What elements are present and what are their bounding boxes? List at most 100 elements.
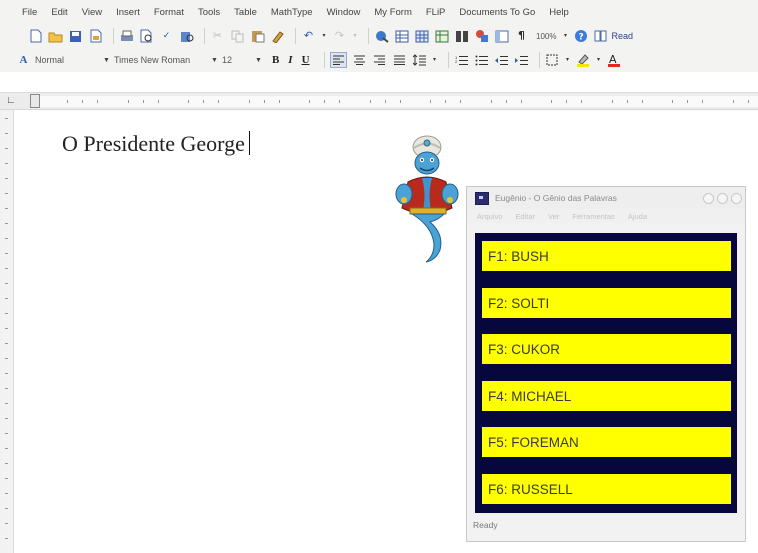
tables-borders-icon[interactable] bbox=[394, 29, 409, 43]
suggestion-f6-button[interactable]: F6: RUSSELL bbox=[482, 474, 731, 504]
style-dropdown[interactable]: Normal bbox=[35, 55, 95, 65]
format-painter-icon[interactable] bbox=[270, 29, 285, 43]
italic-button[interactable]: I bbox=[288, 54, 292, 66]
insert-table-icon[interactable] bbox=[414, 29, 429, 43]
print-icon[interactable] bbox=[119, 29, 134, 43]
decrease-indent-icon[interactable] bbox=[494, 53, 509, 67]
new-document-icon[interactable] bbox=[28, 29, 43, 43]
suggestion-f5-button[interactable]: F5: FOREMAN bbox=[482, 427, 731, 457]
menu-window[interactable]: Window bbox=[327, 7, 361, 18]
suggestion-f1-button[interactable]: F1: BUSH bbox=[482, 241, 731, 271]
font-size-dropdown[interactable]: ▼ 12 bbox=[211, 55, 247, 65]
underline-button[interactable]: U bbox=[302, 54, 310, 66]
ruler-tick bbox=[218, 100, 220, 103]
zoom-box[interactable]: 100% bbox=[536, 32, 556, 41]
menu-format[interactable]: Format bbox=[154, 7, 184, 18]
window-title: Eugênio - O Gênio das Palavras bbox=[495, 193, 617, 203]
increase-indent-icon[interactable] bbox=[514, 53, 529, 67]
borders-dropdown-icon[interactable]: ▾ bbox=[565, 53, 571, 67]
numbering-icon[interactable]: 12 bbox=[454, 53, 469, 67]
read-mode-icon[interactable] bbox=[593, 29, 608, 43]
menu-table[interactable]: Table bbox=[234, 7, 257, 18]
borders-icon[interactable] bbox=[545, 53, 560, 67]
align-left-icon[interactable] bbox=[329, 52, 347, 68]
font-color-icon[interactable]: A bbox=[607, 53, 622, 67]
read-button[interactable]: Read bbox=[611, 31, 633, 41]
close-icon[interactable] bbox=[731, 192, 742, 204]
suggestion-f2-button[interactable]: F2: SOLTI bbox=[482, 288, 731, 318]
help-icon[interactable]: ? bbox=[573, 29, 588, 43]
genie-mascot-icon[interactable] bbox=[394, 132, 470, 268]
save-icon[interactable] bbox=[68, 29, 83, 43]
vertical-ruler[interactable] bbox=[0, 110, 14, 553]
minimize-icon[interactable] bbox=[703, 192, 714, 204]
eugenio-window: Eugênio - O Gênio das Palavras Arquivo E… bbox=[466, 186, 746, 542]
align-right-icon[interactable] bbox=[372, 53, 387, 67]
tab-selector-icon[interactable]: ∟ bbox=[6, 95, 16, 106]
menu-edit[interactable]: Edit bbox=[51, 7, 67, 18]
horizontal-ruler[interactable]: ∟ bbox=[0, 92, 758, 110]
align-center-icon[interactable] bbox=[352, 53, 367, 67]
redo-dropdown-icon[interactable]: ▾ bbox=[352, 29, 358, 43]
undo-dropdown-icon[interactable]: ▾ bbox=[321, 29, 327, 43]
maximize-icon[interactable] bbox=[717, 192, 728, 204]
menu-tools[interactable]: Tools bbox=[198, 7, 220, 18]
menu-mathtype[interactable]: MathType bbox=[271, 7, 313, 18]
undo-icon[interactable]: ↶ bbox=[301, 29, 316, 43]
vruler-tick bbox=[5, 343, 8, 344]
suggestion-f3-button[interactable]: F3: CUKOR bbox=[482, 334, 731, 364]
menu-insert[interactable]: Insert bbox=[116, 7, 140, 18]
bold-button[interactable]: B bbox=[272, 54, 279, 66]
columns-icon[interactable] bbox=[454, 29, 469, 43]
window-menu-arquivo[interactable]: Arquivo bbox=[477, 212, 502, 221]
window-menu-editar[interactable]: Editar bbox=[515, 212, 535, 221]
redo-icon[interactable]: ↷ bbox=[332, 29, 347, 43]
justify-icon[interactable] bbox=[392, 53, 407, 67]
menu-help[interactable]: Help bbox=[549, 7, 569, 18]
window-menu-ajuda[interactable]: Ajuda bbox=[628, 212, 647, 221]
vruler-tick bbox=[5, 433, 8, 434]
cut-icon[interactable]: ✂ bbox=[210, 29, 225, 43]
vruler-tick bbox=[5, 328, 8, 329]
drawing-icon[interactable] bbox=[474, 29, 489, 43]
highlight-dropdown-icon[interactable]: ▾ bbox=[596, 53, 602, 67]
paste-icon[interactable] bbox=[250, 29, 265, 43]
dropdown-arrow-icon: ▼ bbox=[211, 56, 218, 64]
vruler-tick bbox=[5, 223, 8, 224]
print-preview-icon[interactable] bbox=[139, 29, 154, 43]
dropdown-arrow-icon: ▼ bbox=[255, 56, 262, 64]
toolbar-separator bbox=[295, 28, 296, 44]
permission-icon[interactable] bbox=[88, 29, 103, 43]
suggestion-f4-button[interactable]: F4: MICHAEL bbox=[482, 381, 731, 411]
spelling-icon[interactable]: ✓ bbox=[159, 29, 174, 43]
zoom-dropdown-icon[interactable]: ▾ bbox=[562, 29, 568, 43]
menu-documents-to-go[interactable]: Documents To Go bbox=[459, 7, 535, 18]
toolbar-separator bbox=[113, 28, 114, 44]
research-icon[interactable] bbox=[179, 29, 194, 43]
window-menu-ferramentas[interactable]: Ferramentas bbox=[572, 212, 615, 221]
vruler-tick bbox=[5, 388, 8, 389]
window-titlebar[interactable]: Eugênio - O Gênio das Palavras bbox=[467, 187, 745, 209]
menu-my-form[interactable]: My Form bbox=[374, 7, 411, 18]
hyperlink-icon[interactable] bbox=[374, 29, 389, 43]
menu-file[interactable]: File bbox=[22, 7, 37, 18]
bullets-icon[interactable] bbox=[474, 53, 489, 67]
show-hide-pilcrow-icon[interactable]: ¶ bbox=[514, 29, 529, 43]
line-spacing-icon[interactable] bbox=[412, 53, 427, 67]
insert-excel-icon[interactable] bbox=[434, 29, 449, 43]
open-folder-icon[interactable] bbox=[48, 29, 63, 43]
app-icon bbox=[475, 191, 489, 205]
window-menu-ver[interactable]: Ver bbox=[548, 212, 559, 221]
font-size-arrow[interactable]: ▼ bbox=[255, 57, 266, 64]
line-spacing-dropdown-icon[interactable]: ▾ bbox=[432, 53, 438, 67]
copy-icon[interactable] bbox=[230, 29, 245, 43]
indent-marker[interactable] bbox=[30, 94, 40, 108]
document-text[interactable]: O Presidente George bbox=[62, 131, 251, 157]
styles-formatting-icon[interactable]: A bbox=[16, 53, 31, 67]
menu-flip[interactable]: FLiP bbox=[426, 7, 446, 18]
font-dropdown[interactable]: ▼ Times New Roman bbox=[103, 55, 203, 65]
menu-view[interactable]: View bbox=[82, 7, 102, 18]
style-value: Normal bbox=[35, 55, 65, 65]
highlight-icon[interactable] bbox=[576, 53, 591, 67]
document-map-icon[interactable] bbox=[494, 29, 509, 43]
